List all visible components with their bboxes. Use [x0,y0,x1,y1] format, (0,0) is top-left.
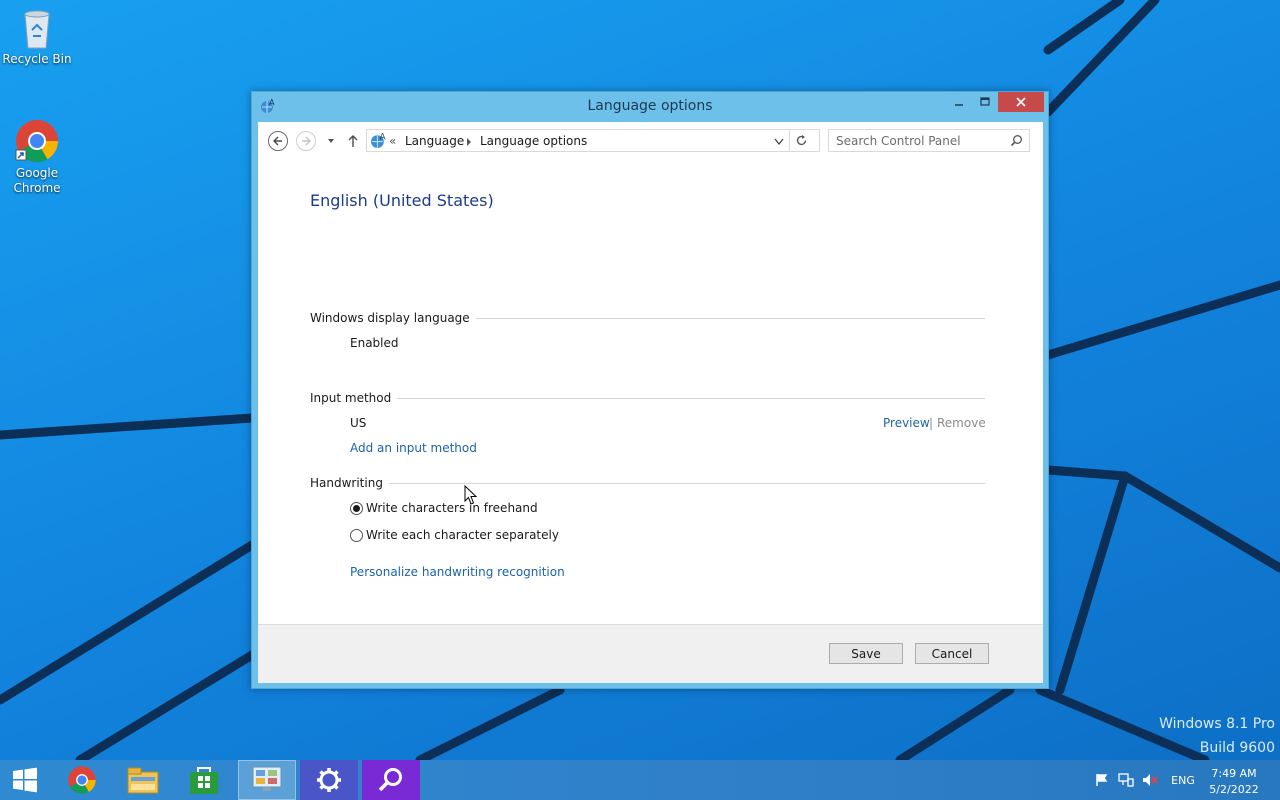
os-watermark-build: Build 9600 [1199,740,1275,756]
section-divider [310,398,985,399]
language-name-heading: English (United States) [310,191,494,210]
cancel-button[interactable]: Cancel [915,643,989,664]
window-title: Language options [587,98,713,114]
preview-link[interactable]: Preview [883,416,930,430]
arrow-right-icon [302,136,311,146]
taskbar-chrome[interactable] [53,760,111,800]
chrome-icon [15,120,59,163]
desktop-icon-google-chrome[interactable]: Google Chrome [0,118,74,196]
search-icon[interactable] [1010,134,1023,147]
title-bar[interactable]: A Language options [252,92,1048,122]
language-location-icon: A [371,132,386,148]
address-bar[interactable]: A « Language Language options [366,129,820,152]
dialog-footer: Save Cancel [258,624,1043,683]
minimize-icon [955,104,963,106]
radio-freehand[interactable] [350,502,363,515]
speaker-muted-icon [1143,774,1158,786]
os-watermark-edition: Windows 8.1 Pro [1159,716,1275,732]
address-divider [789,130,790,151]
taskbar-store[interactable] [175,760,233,800]
recent-locations-button[interactable] [321,131,341,151]
breadcrumb-overflow[interactable]: « [389,134,396,148]
maximize-icon [980,97,990,106]
start-button[interactable] [0,760,50,800]
window-client-area: A « Language Language options Search Con… [258,122,1043,683]
search-input[interactable] [836,133,1006,149]
language-options-window: A Language options A « Language Language… [251,91,1049,689]
close-icon [1016,97,1026,107]
input-method-heading: Input method [310,391,398,405]
breadcrumb-separator-icon[interactable] [466,138,472,146]
radio-freehand-label[interactable]: Write characters in freehand [366,501,538,515]
arrow-left-icon [273,136,282,146]
taskbar-search[interactable] [362,760,420,800]
radio-separately-label[interactable]: Write each character separately [366,528,559,542]
navigation-bar: A « Language Language options [258,122,1043,158]
clock-time: 7:49 AM [1211,767,1257,780]
taskbar: ENG 7:49 AM 5/2/2022 [0,760,1280,800]
display-language-status: Enabled [350,336,399,350]
desktop-icon-label: Google Chrome [13,166,61,195]
personalize-handwriting-link[interactable]: Personalize handwriting recognition [350,565,565,579]
volume-icon[interactable] [1140,760,1160,800]
network-icon [1118,773,1134,787]
taskbar-settings[interactable] [300,760,358,800]
forward-button[interactable] [296,131,316,151]
handwriting-heading: Handwriting [310,476,389,490]
folder-icon [127,767,159,794]
address-history-chevron-icon[interactable] [774,138,784,146]
clock-date: 5/2/2022 [1209,783,1259,796]
up-button[interactable] [343,131,363,151]
taskbar-file-explorer[interactable] [114,760,172,800]
recycle-bin-icon [24,10,50,49]
close-button[interactable] [998,92,1044,112]
chrome-icon [68,766,96,794]
taskbar-control-panel[interactable] [238,760,296,800]
gear-icon [317,768,341,792]
breadcrumb-language[interactable]: Language [405,134,464,148]
system-clock[interactable]: 7:49 AM 5/2/2022 [1203,766,1265,798]
back-button[interactable] [268,131,288,151]
action-center-icon[interactable] [1092,760,1112,800]
section-divider [310,483,985,484]
store-icon [190,767,218,794]
refresh-icon[interactable] [795,134,808,147]
link-separator: | [929,416,934,430]
minimize-button[interactable] [946,92,972,112]
search-box[interactable] [828,129,1030,152]
flag-icon [1096,774,1108,786]
display-language-heading: Windows display language [310,311,476,325]
mouse-cursor-icon [464,485,478,505]
arrow-up-icon [348,135,358,147]
add-input-method-link[interactable]: Add an input method [350,441,477,455]
breadcrumb-language-options[interactable]: Language options [480,134,587,148]
desktop-icon-label: Recycle Bin [2,52,72,66]
network-icon[interactable] [1116,760,1136,800]
radio-separately[interactable] [350,529,363,542]
maximize-button[interactable] [972,92,998,112]
windows-logo-icon [13,767,37,793]
search-icon [378,768,402,792]
remove-link[interactable]: Remove [937,416,986,430]
chevron-down-icon [328,139,334,143]
save-button[interactable]: Save [829,643,903,664]
input-method-name: US [350,416,367,430]
desktop-icon-recycle-bin[interactable]: Recycle Bin [0,6,74,67]
svg-text:A: A [380,132,386,142]
control-panel-icon [252,766,282,791]
input-language-indicator[interactable]: ENG [1166,760,1200,800]
